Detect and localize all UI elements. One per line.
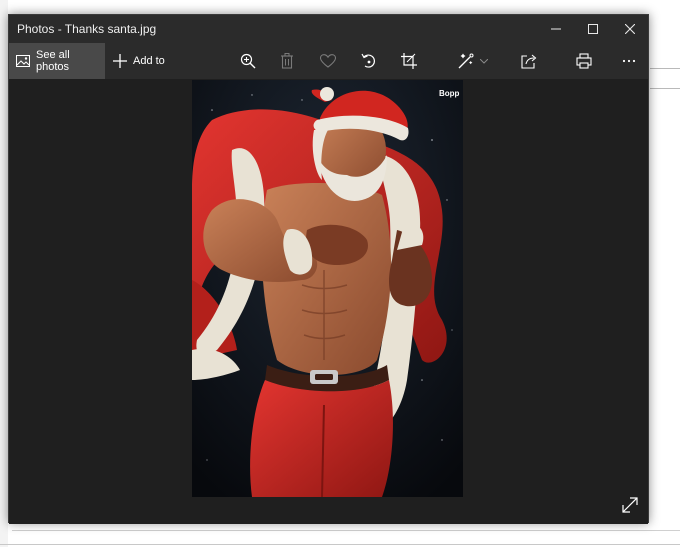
print-icon[interactable] bbox=[574, 51, 594, 71]
toolbar: See all photos Add to bbox=[9, 43, 648, 79]
zoom-in-icon[interactable] bbox=[238, 51, 258, 71]
favorite-icon[interactable] bbox=[318, 51, 338, 71]
title-bar[interactable]: Photos - Thanks santa.jpg bbox=[9, 15, 648, 43]
add-to-label: Add to bbox=[133, 55, 165, 67]
chevron-down-icon[interactable] bbox=[477, 51, 491, 71]
background-window-edge bbox=[650, 68, 680, 69]
minimize-button[interactable] bbox=[538, 15, 574, 43]
see-all-photos-button[interactable]: See all photos bbox=[9, 43, 105, 79]
close-icon bbox=[625, 24, 635, 34]
maximize-button[interactable] bbox=[575, 15, 611, 43]
santa-photo: Bopp bbox=[192, 80, 463, 497]
more-icon[interactable] bbox=[619, 51, 639, 71]
plus-icon bbox=[113, 54, 127, 68]
maximize-icon bbox=[588, 24, 598, 34]
background-window-edge bbox=[12, 530, 680, 531]
add-to-button[interactable]: Add to bbox=[113, 43, 165, 79]
share-icon[interactable] bbox=[519, 51, 539, 71]
photo-watermark: Bopp bbox=[439, 89, 460, 98]
edit-icon[interactable] bbox=[457, 51, 477, 71]
minimize-icon bbox=[551, 28, 561, 30]
rotate-icon[interactable] bbox=[359, 51, 379, 71]
desktop-strip bbox=[0, 0, 8, 547]
crop-icon[interactable] bbox=[399, 51, 419, 71]
background-window-edge bbox=[0, 544, 680, 545]
image-viewer: Bopp bbox=[9, 79, 648, 524]
photo-gallery-icon bbox=[16, 55, 30, 67]
window-title: Photos - Thanks santa.jpg bbox=[17, 22, 157, 36]
close-button[interactable] bbox=[612, 15, 648, 43]
background-window-edge bbox=[650, 88, 680, 89]
fullscreen-icon[interactable] bbox=[621, 496, 641, 516]
photos-window: Photos - Thanks santa.jpg See all photos… bbox=[8, 14, 649, 524]
see-all-photos-label: See all photos bbox=[36, 49, 70, 73]
delete-icon[interactable] bbox=[277, 51, 297, 71]
